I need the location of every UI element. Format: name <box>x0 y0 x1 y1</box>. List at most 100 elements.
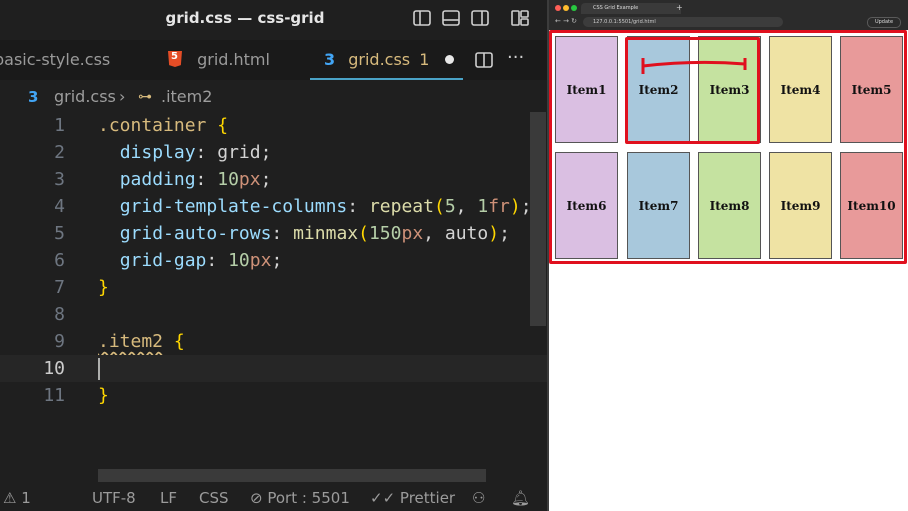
unit: px <box>249 250 272 271</box>
split-editor-icon[interactable] <box>475 51 493 69</box>
browser-chrome: CSS Grid Example + ← → ↻ 127.0.0.1:5501/… <box>549 0 908 30</box>
brace: } <box>98 385 109 406</box>
value: auto <box>444 223 489 244</box>
current-code-line: 10 <box>0 355 547 382</box>
vertical-scrollbar[interactable] <box>530 112 546 326</box>
property: grid-auto-rows <box>119 223 272 244</box>
breadcrumb: 3 grid.css › ⊶ .item2 <box>0 84 547 110</box>
language-status[interactable]: CSS <box>199 486 229 511</box>
tab-label: grid.css <box>348 50 411 69</box>
toggle-panel-icon[interactable] <box>442 9 460 27</box>
minimize-window-icon[interactable] <box>563 5 569 11</box>
eol-status[interactable]: LF <box>160 486 177 511</box>
new-tab-icon[interactable]: + <box>676 3 683 12</box>
vscode-window: grid.css — css-grid basic-style.css grid… <box>0 0 547 511</box>
unit: fr <box>488 196 510 217</box>
number: 10 <box>217 169 239 190</box>
selector: .item2 <box>98 331 164 352</box>
unit: px <box>238 169 261 190</box>
problems-indicator[interactable]: ⚠ 1 <box>3 486 31 511</box>
item-span-annotation-outline <box>625 37 760 144</box>
update-button[interactable]: Update <box>867 17 901 28</box>
tab-label: grid.html <box>197 50 270 69</box>
brace: { <box>217 115 229 136</box>
line-number: 4 <box>54 196 65 217</box>
warning-icon: ⚠ <box>3 489 17 507</box>
property: grid-gap <box>119 250 207 271</box>
function: minmax <box>293 223 359 244</box>
back-forward-icon[interactable]: ← → ↻ <box>555 17 577 25</box>
brace: } <box>98 277 109 298</box>
tab-basic-style-css[interactable]: basic-style.css <box>0 40 110 80</box>
selector: .container <box>98 115 207 136</box>
code-line: 8 <box>0 301 547 328</box>
toggle-primary-sidebar-icon[interactable] <box>413 9 431 27</box>
address-bar[interactable]: 127.0.0.1:5501/grid.html <box>583 17 783 27</box>
live-server-status[interactable]: ⊘ Port : 5501 <box>250 486 350 511</box>
encoding-status[interactable]: UTF-8 <box>92 486 136 511</box>
tab-grid-html[interactable]: grid.html <box>168 40 270 80</box>
code-line: 4 grid-template-columns: repeat(5, 1fr); <box>0 193 547 220</box>
tab-label: basic-style.css <box>0 50 111 69</box>
chevron-right-icon: › <box>119 87 126 106</box>
prettier-label: Prettier <box>399 489 456 507</box>
toggle-secondary-sidebar-icon[interactable] <box>471 9 489 27</box>
breadcrumb-file[interactable]: grid.css <box>54 84 116 110</box>
line-number: 10 <box>43 358 65 379</box>
line-number: 9 <box>54 331 65 352</box>
unsaved-dot-icon[interactable] <box>444 55 454 64</box>
number: 150 <box>368 223 402 244</box>
line-number: 2 <box>54 142 65 163</box>
brace: { <box>173 331 185 352</box>
line-number: 8 <box>54 304 65 325</box>
notifications-bell-icon[interactable]: 🔔︎ <box>511 486 530 511</box>
line-number: 1 <box>54 115 65 136</box>
code-line: 5 grid-auto-rows: minmax(150px, auto); <box>0 220 547 247</box>
customize-layout-icon[interactable] <box>511 9 529 27</box>
no-entry-icon: ⊘ <box>250 489 263 507</box>
css3-icon: 3 <box>324 50 336 69</box>
breadcrumb-symbol[interactable]: .item2 <box>161 84 212 110</box>
code-line: 6 grid-gap: 10px; <box>0 247 547 274</box>
code-line: 1 .container { <box>0 112 547 139</box>
code-line: 9 .item2 { <box>0 328 547 355</box>
port-label: Port : 5501 <box>267 489 350 507</box>
line-number: 5 <box>54 223 65 244</box>
status-bar: ⚠ 1 UTF-8 LF CSS ⊘ Port : 5501 ✓✓ Pretti… <box>0 486 547 511</box>
close-window-icon[interactable] <box>555 5 561 11</box>
property: display <box>119 142 196 163</box>
tab-grid-css[interactable]: 3 grid.css 1 <box>310 40 463 80</box>
property: padding <box>119 169 196 190</box>
number: 10 <box>228 250 250 271</box>
accounts-icon[interactable]: ⚇ <box>472 486 485 511</box>
number: 5 <box>444 196 456 217</box>
number: 1 <box>477 196 489 217</box>
double-check-icon: ✓✓ <box>370 489 396 507</box>
problem-count-badge: 1 <box>419 50 430 69</box>
prettier-status[interactable]: ✓✓ Prettier <box>370 486 455 511</box>
title-bar: grid.css — css-grid <box>0 0 547 38</box>
function: repeat <box>368 196 434 217</box>
line-number: 6 <box>54 250 65 271</box>
line-number: 3 <box>54 169 65 190</box>
line-number: 11 <box>43 385 65 406</box>
property: grid-template-columns <box>119 196 348 217</box>
editor-tab-bar: basic-style.css grid.html 3 grid.css 1 ·… <box>0 40 547 80</box>
html5-icon <box>168 51 182 67</box>
warning-count: 1 <box>21 489 31 507</box>
more-actions-icon[interactable]: ··· <box>507 40 524 76</box>
value: grid <box>217 142 261 163</box>
code-line: 11} <box>0 382 547 409</box>
code-line: 2 display: grid; <box>0 139 547 166</box>
unit: px <box>401 223 424 244</box>
browser-tab[interactable]: CSS Grid Example <box>581 3 681 14</box>
code-line: 3 padding: 10px; <box>0 166 547 193</box>
code-line: 7} <box>0 274 547 301</box>
line-number: 7 <box>54 277 65 298</box>
symbol-class-icon: ⊶ <box>138 89 152 105</box>
code-editor[interactable]: 1 .container { 2 display: grid; 3 padding… <box>0 112 547 412</box>
span-arrow-annotation <box>641 58 747 74</box>
css3-icon: 3 <box>28 88 39 106</box>
horizontal-scrollbar[interactable] <box>98 469 486 482</box>
maximize-window-icon[interactable] <box>571 5 577 11</box>
